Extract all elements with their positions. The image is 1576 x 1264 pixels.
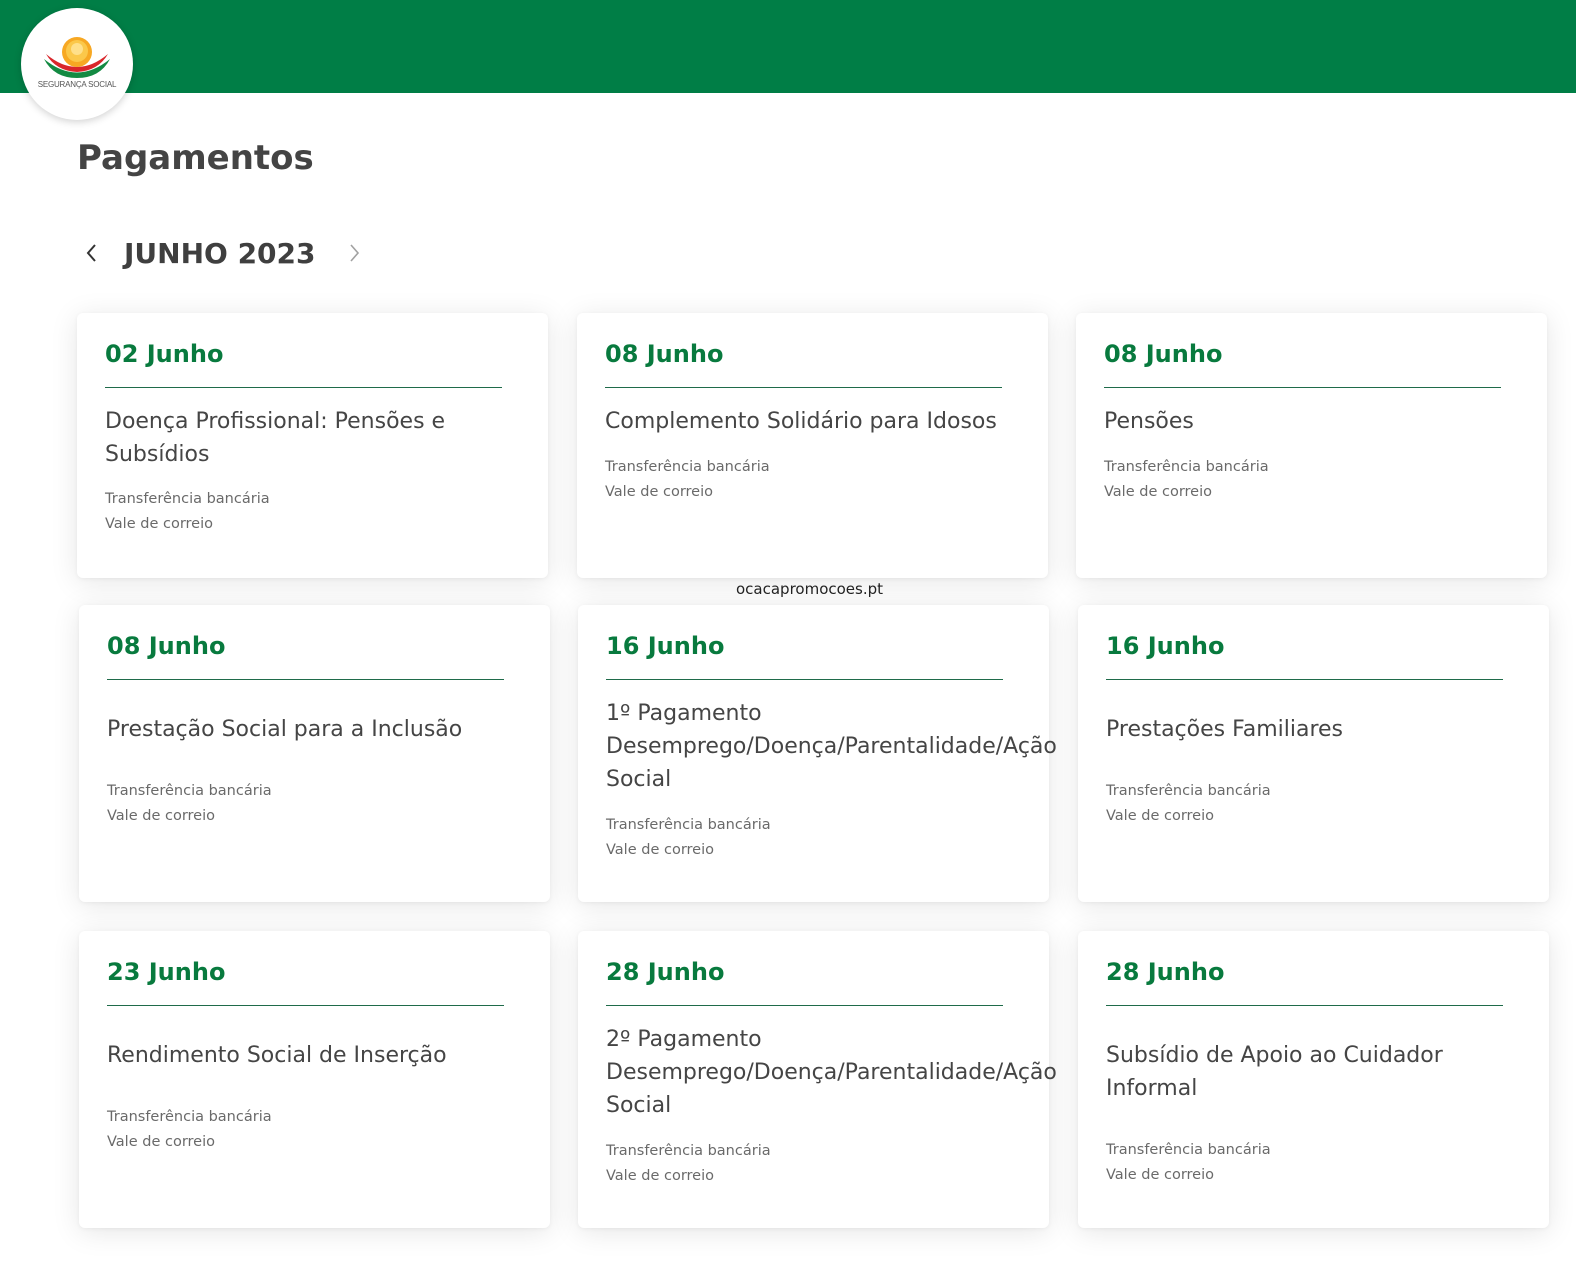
card-title: Rendimento Social de Inserção (107, 1043, 447, 1068)
payment-method: Transferência bancária (1106, 783, 1271, 799)
card-date: 08 Junho (1104, 340, 1223, 368)
previous-month-button[interactable] (78, 233, 106, 273)
payment-card[interactable]: 23 Junho Rendimento Social de Inserção T… (79, 931, 550, 1228)
card-title: Subsídio de Apoio ao Cuidador Informal (1106, 1043, 1443, 1101)
card-title: 2º Pagamento Desemprego/Doença/Parentali… (606, 1027, 1057, 1118)
payment-method: Vale de correio (606, 842, 714, 858)
payment-method: Vale de correio (1106, 808, 1214, 824)
card-date: 16 Junho (606, 632, 725, 660)
card-title: Complemento Solidário para Idosos (605, 409, 997, 434)
payment-method: Vale de correio (1106, 1167, 1214, 1183)
payment-card[interactable]: 16 Junho Prestações Familiares Transferê… (1078, 605, 1549, 902)
next-month-button[interactable] (340, 233, 368, 273)
payment-method: Vale de correio (605, 484, 713, 500)
card-title: Prestações Familiares (1106, 717, 1344, 742)
header-bar (0, 0, 1576, 93)
payment-method: Vale de correio (107, 808, 215, 824)
payment-card[interactable]: 08 Junho Pensões Transferência bancária … (1076, 313, 1547, 578)
payment-card[interactable]: 08 Junho Complemento Solidário para Idos… (577, 313, 1048, 578)
sun-emblem-icon (44, 36, 110, 78)
payment-card[interactable]: 28 Junho Subsídio de Apoio ao Cuidador I… (1078, 931, 1549, 1228)
payment-method: Transferência bancária (107, 783, 272, 799)
payment-method: Vale de correio (107, 1134, 215, 1150)
payment-method: Transferência bancária (605, 459, 770, 475)
chevron-left-icon (86, 244, 96, 262)
card-title: Prestação Social para a Inclusão (107, 717, 463, 742)
chevron-right-icon (349, 244, 359, 262)
card-date: 23 Junho (107, 958, 226, 986)
payment-method: Vale de correio (606, 1168, 714, 1184)
card-date: 08 Junho (605, 340, 724, 368)
card-date: 08 Junho (107, 632, 226, 660)
month-navigation: JUNHO 2023 (78, 230, 368, 276)
payment-method: Transferência bancária (606, 1143, 771, 1159)
payment-card[interactable]: 02 Junho Doença Profissional: Pensões e … (77, 313, 548, 578)
card-date: 16 Junho (1106, 632, 1225, 660)
current-month-label: JUNHO 2023 (124, 236, 316, 270)
payment-method: Transferência bancária (1104, 459, 1269, 475)
payment-card[interactable]: 16 Junho 1º Pagamento Desemprego/Doença/… (578, 605, 1057, 902)
payment-card[interactable]: 28 Junho 2º Pagamento Desemprego/Doença/… (578, 931, 1057, 1228)
payment-method: Vale de correio (1104, 484, 1212, 500)
card-title: Pensões (1104, 409, 1194, 434)
card-date: 28 Junho (606, 958, 725, 986)
card-title: 1º Pagamento Desemprego/Doença/Parentali… (606, 701, 1057, 792)
logo-text: SEGURANÇA SOCIAL (37, 79, 117, 89)
page-title: Pagamentos (77, 138, 314, 178)
payment-method: Transferência bancária (107, 1109, 272, 1125)
card-date: 02 Junho (105, 340, 224, 368)
payment-method: Transferência bancária (606, 817, 771, 833)
payment-method: Transferência bancária (1106, 1142, 1271, 1158)
card-title: Doença Profissional: Pensões e Subsídios (105, 408, 446, 467)
payment-card[interactable]: 08 Junho Prestação Social para a Inclusã… (79, 605, 550, 902)
payment-method: Transferência bancária (105, 491, 270, 507)
seguranca-social-logo[interactable]: SEGURANÇA SOCIAL (21, 8, 133, 120)
card-date: 28 Junho (1106, 958, 1225, 986)
payment-method: Vale de correio (105, 516, 213, 532)
watermark-text: ocacapromocoes.pt (736, 580, 884, 598)
